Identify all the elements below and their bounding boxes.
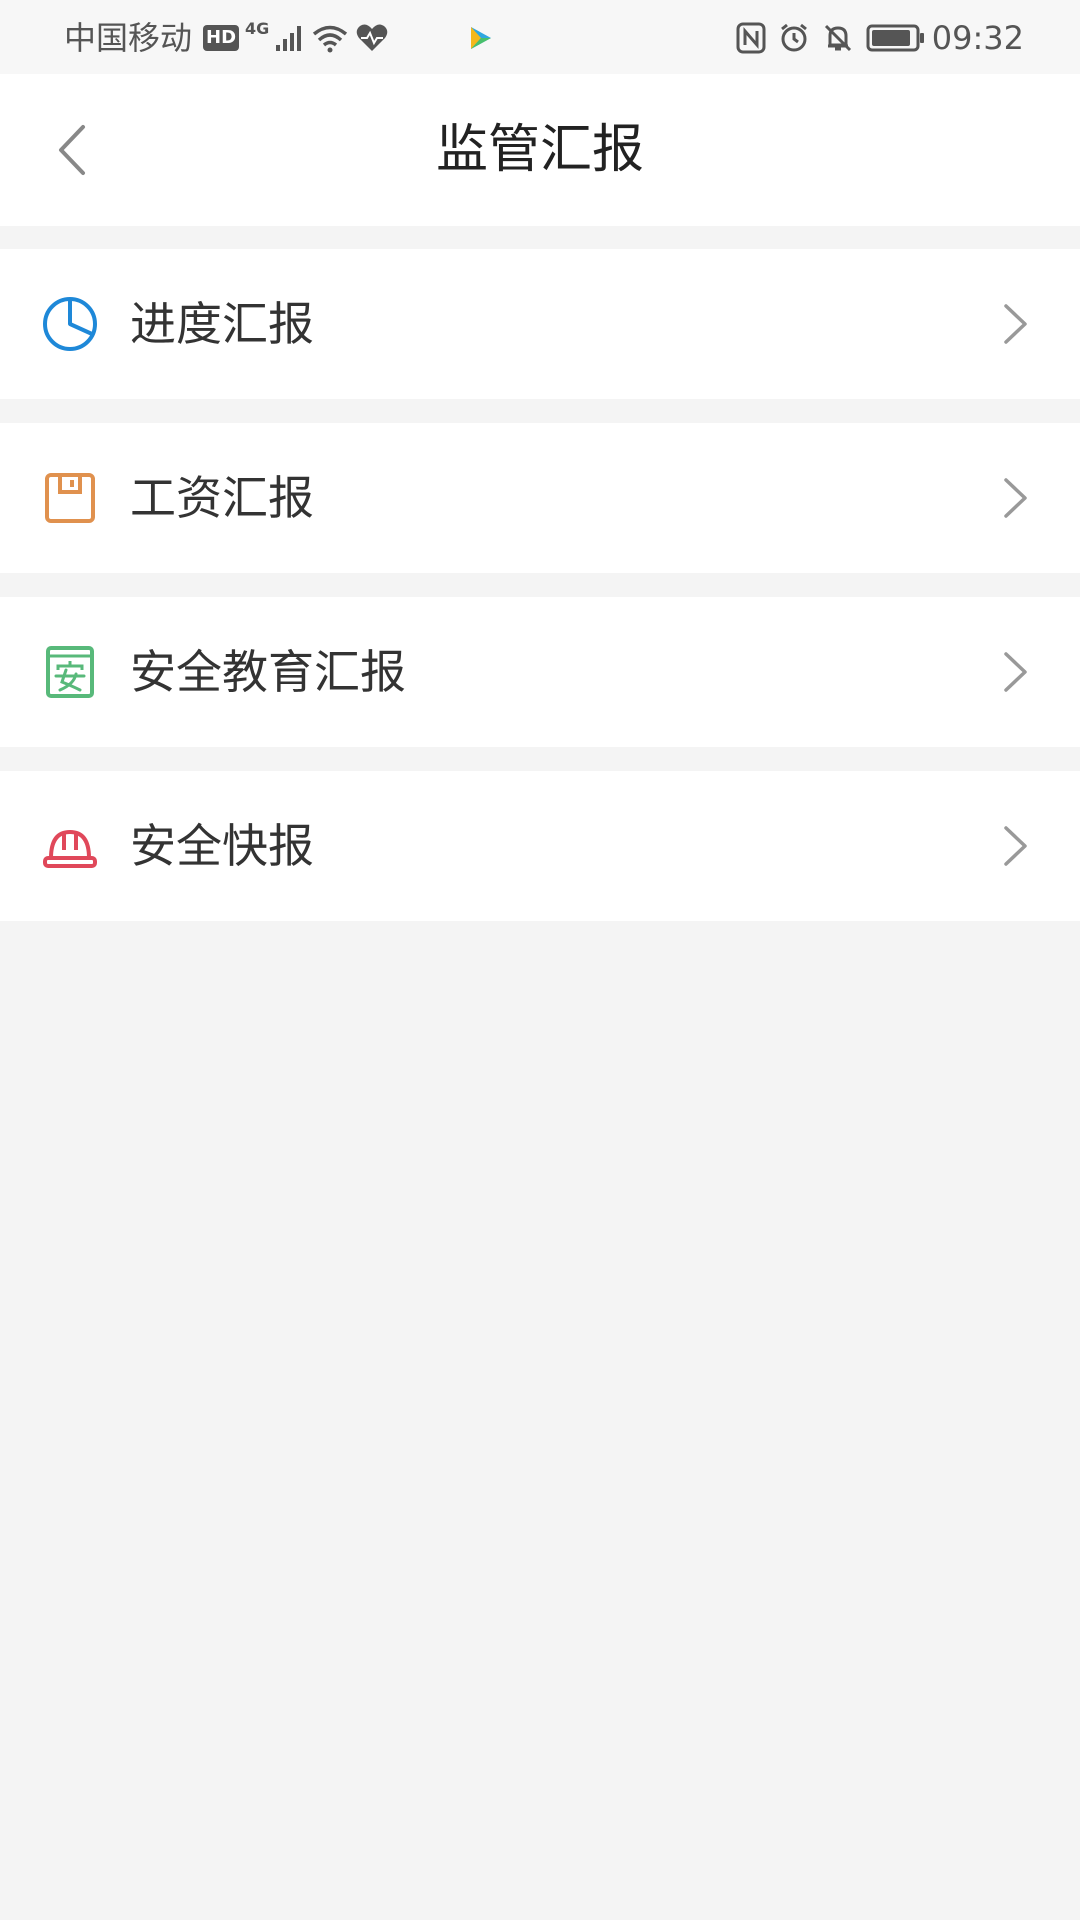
hard-hat-icon — [43, 829, 97, 868]
nfc-icon — [736, 22, 766, 54]
wifi-icon — [313, 25, 348, 53]
alarm-icon — [781, 23, 807, 52]
app-header: 监管汇报 — [0, 74, 1080, 226]
menu-list: 进度汇报 工资汇报 安全教育汇报 安全快报 — [0, 249, 1080, 945]
signal-icon — [276, 26, 302, 51]
menu-item-label: 安全教育汇报 — [130, 645, 406, 699]
pie-chart-icon — [43, 297, 97, 351]
chevron-right-icon — [1004, 478, 1027, 518]
battery-icon — [866, 24, 924, 52]
chevron-right-icon — [1004, 304, 1027, 344]
menu-item-salary-report[interactable]: 工资汇报 — [0, 423, 1080, 573]
status-left-icons: HD 4G — [203, 18, 495, 58]
mute-icon — [824, 24, 852, 52]
heart-icon — [357, 24, 388, 51]
menu-item-safety-bulletin[interactable]: 安全快报 — [0, 771, 1080, 921]
video-app-icon — [471, 27, 492, 49]
menu-item-label: 安全快报 — [130, 819, 314, 873]
carrier-name: 中国移动 — [64, 19, 193, 57]
page-title: 监管汇报 — [435, 120, 644, 180]
menu-item-label: 进度汇报 — [130, 297, 314, 351]
status-time: 09:32 — [931, 19, 1024, 57]
status-bar: 中国移动 HD 4G 09:32 — [0, 0, 1080, 74]
menu-item-progress-report[interactable]: 进度汇报 — [0, 249, 1080, 399]
network-type-label: 4G — [245, 19, 270, 38]
menu-item-safety-education-report[interactable]: 安全教育汇报 — [0, 597, 1080, 747]
safety-book-icon — [46, 646, 94, 698]
menu-item-label: 工资汇报 — [130, 471, 314, 525]
hd-icon: HD — [203, 25, 240, 51]
status-right-icons — [736, 18, 926, 58]
save-box-icon — [45, 473, 95, 523]
chevron-right-icon — [1004, 826, 1027, 866]
chevron-right-icon — [1004, 652, 1027, 692]
